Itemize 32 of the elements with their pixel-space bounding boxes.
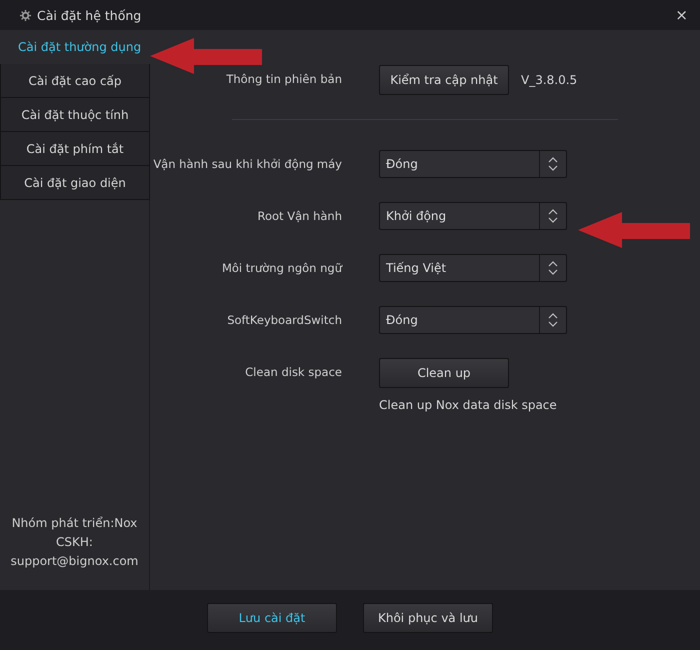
update-button[interactable]: Kiểm tra cập nhật (379, 65, 509, 95)
info-text: CSKH: (56, 535, 93, 549)
info-text: Nhóm phát triển:Nox (12, 516, 138, 530)
sidebar-item[interactable]: Cài đặt giao diện (0, 166, 150, 200)
setting-label: Root Vận hành (256, 208, 342, 223)
dropdown[interactable]: Đóng (379, 150, 567, 178)
sidebar-item[interactable]: Cài đặt cao cấp (0, 64, 150, 98)
sidebar-item[interactable]: Cài đặt phím tắt (0, 132, 150, 166)
spinner-icon (548, 157, 558, 171)
close-button[interactable]: × (671, 6, 692, 24)
setting-label: SoftKeyboardSwitch (226, 312, 342, 327)
setting-label: Thông tin phiên bản (225, 71, 342, 86)
setting-label: Clean disk space (244, 364, 342, 379)
setting-label: Vận hành sau khi khởi động máy (152, 156, 342, 171)
sidebar-item[interactable]: Cài đặt thuộc tính (0, 98, 150, 132)
restore-button[interactable]: Khôi phục và lưu (363, 603, 493, 633)
dropdown[interactable]: Tiếng Việt (379, 254, 567, 282)
save-button[interactable]: Lưu cài đặt (207, 603, 337, 633)
spinner-icon (548, 313, 558, 327)
clean-up-button[interactable]: Clean up (379, 358, 509, 388)
window-title: Cài đặt hệ thống (37, 8, 142, 22)
arrow-icon (150, 38, 262, 74)
dropdown[interactable]: Đóng (379, 306, 567, 334)
setting-label: Môi trường ngôn ngữ (220, 260, 342, 275)
dropdown[interactable]: Khởi động (379, 202, 567, 230)
version-text: V_3.8.0.5 (521, 73, 578, 87)
info-text: support@bignox.com (10, 554, 138, 568)
spinner-icon (548, 209, 558, 223)
arrow-icon (578, 212, 690, 248)
spinner-icon (548, 261, 558, 275)
gear-icon (20, 10, 31, 20)
description-text: Clean up Nox data disk space (379, 398, 557, 412)
